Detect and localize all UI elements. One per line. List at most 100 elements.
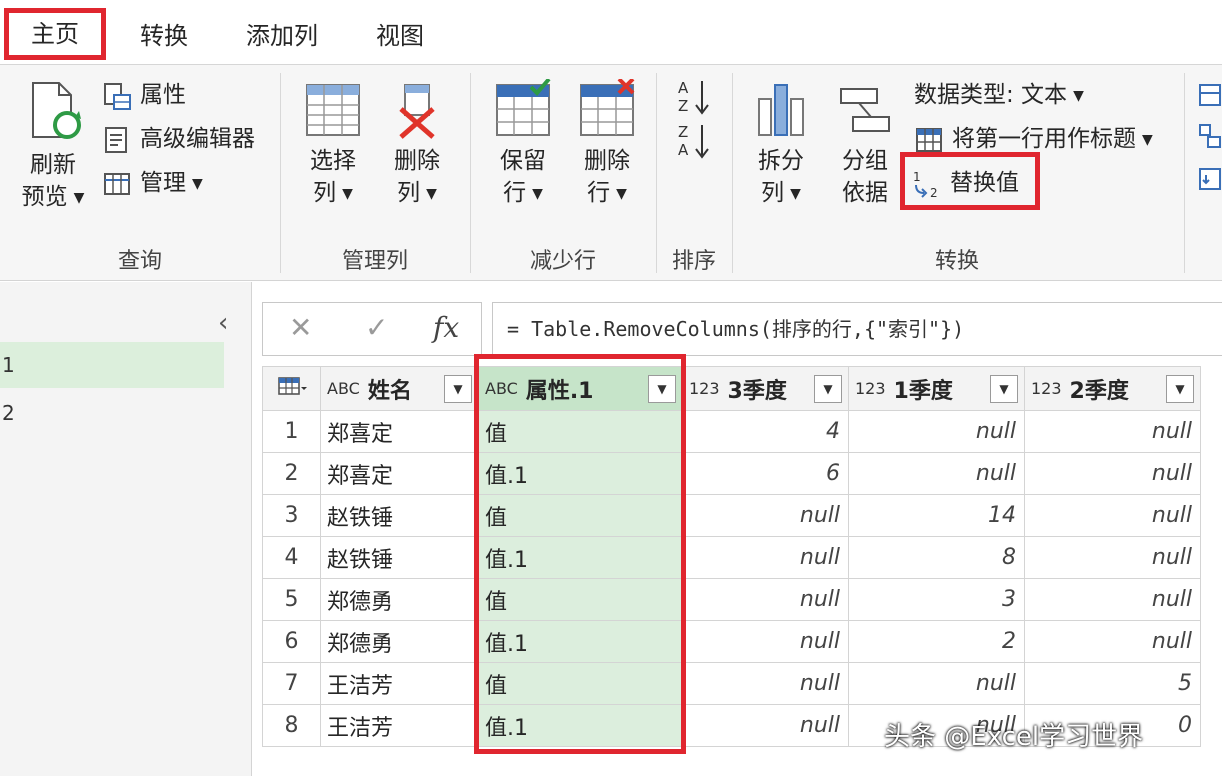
cell-value[interactable]: null [1024, 494, 1201, 537]
cell-attribute[interactable]: 值 [478, 494, 683, 537]
cell-value[interactable]: null [1024, 620, 1201, 663]
manage-label: 管理 [140, 170, 186, 196]
table-row: 4 赵铁锤 值.1 null 8 null [262, 536, 1201, 579]
remove-columns-button[interactable]: 删除 列 ▼ [382, 79, 452, 210]
cell-name[interactable]: 赵铁锤 [320, 536, 479, 579]
cell-value[interactable]: 3 [848, 578, 1025, 621]
combine-files-icon[interactable] [1198, 165, 1222, 193]
cancel-icon[interactable]: ✕ [289, 311, 312, 344]
filter-dropdown-icon[interactable]: ▼ [990, 375, 1018, 403]
query-item[interactable]: 1 [0, 342, 224, 388]
cell-value[interactable]: null [682, 620, 849, 663]
tab-transform[interactable]: 转换 [118, 10, 210, 62]
sort-ascending-button[interactable]: A Z [676, 77, 712, 121]
data-type-dropdown[interactable]: 数据类型: 文本 ▼ [914, 77, 1084, 113]
choose-columns-button[interactable]: 选择 列 ▼ [298, 79, 368, 210]
cell-value[interactable]: 6 [682, 452, 849, 495]
cell-value[interactable]: null [1024, 452, 1201, 495]
filter-dropdown-icon[interactable]: ▼ [1166, 375, 1194, 403]
cell-attribute[interactable]: 值 [478, 662, 683, 705]
cell-name[interactable]: 王洁芳 [320, 662, 479, 705]
tab-home[interactable]: 主页 [4, 8, 106, 60]
number-type-icon[interactable]: 123 [855, 379, 886, 398]
cell-value[interactable]: null [682, 536, 849, 579]
cell-value[interactable]: null [848, 410, 1025, 453]
cell-name[interactable]: 王洁芳 [320, 704, 479, 747]
cell-value[interactable]: 2 [848, 620, 1025, 663]
cell-name[interactable]: 郑喜定 [320, 410, 479, 453]
cell-value[interactable]: null [848, 662, 1025, 705]
row-number[interactable]: 8 [262, 704, 321, 747]
group-by-button[interactable]: 分组 依据 [830, 79, 900, 209]
function-icon[interactable]: fx [433, 311, 459, 344]
append-queries-icon[interactable] [1198, 123, 1222, 151]
refresh-preview-button[interactable]: 刷新 预览 ▼ [18, 79, 88, 214]
merge-queries-icon[interactable] [1198, 81, 1222, 109]
cell-value[interactable]: 8 [848, 536, 1025, 579]
cell-value[interactable]: null [848, 452, 1025, 495]
split-column-button[interactable]: 拆分 列 ▼ [746, 79, 816, 210]
row-number[interactable]: 6 [262, 620, 321, 663]
query-item[interactable]: 2 [0, 390, 224, 436]
cell-value[interactable]: null [682, 662, 849, 705]
cell-value[interactable]: null [1024, 410, 1201, 453]
formula-input[interactable]: = Table.RemoveColumns(排序的行,{"索引"}) [492, 302, 1222, 356]
cell-value[interactable]: null [1024, 536, 1201, 579]
sort-descending-button[interactable]: Z A [676, 121, 712, 165]
collapse-pane-icon[interactable]: ‹ [218, 308, 228, 338]
table-row: 2 郑喜定 值.1 6 null null [262, 452, 1201, 495]
column-header-q3[interactable]: 123 3季度 ▼ [682, 366, 849, 411]
cell-attribute[interactable]: 值.1 [478, 620, 683, 663]
row-number[interactable]: 5 [262, 578, 321, 621]
tab-view[interactable]: 视图 [354, 10, 446, 62]
row-number[interactable]: 4 [262, 536, 321, 579]
manage-button[interactable]: 管理 ▼ [102, 165, 203, 201]
cell-name[interactable]: 郑德勇 [320, 578, 479, 621]
filter-dropdown-icon[interactable]: ▼ [444, 375, 472, 403]
row-number[interactable]: 2 [262, 452, 321, 495]
cell-value[interactable]: 14 [848, 494, 1025, 537]
text-type-icon[interactable]: ABC [327, 379, 360, 398]
number-type-icon[interactable]: 123 [1031, 379, 1062, 398]
row-number[interactable]: 3 [262, 494, 321, 537]
text-type-icon[interactable]: ABC [485, 379, 518, 398]
cell-name[interactable]: 郑德勇 [320, 620, 479, 663]
chevron-down-icon: ▼ [342, 185, 353, 202]
column-header-q1[interactable]: 123 1季度 ▼ [848, 366, 1025, 411]
commit-icon[interactable]: ✓ [365, 311, 388, 344]
cell-value[interactable]: 5 [1024, 662, 1201, 705]
row-number[interactable]: 7 [262, 662, 321, 705]
remove-rows-button[interactable]: 删除 行 ▼ [572, 79, 642, 210]
cell-attribute[interactable]: 值 [478, 578, 683, 621]
keep-rows-button[interactable]: 保留 行 ▼ [488, 79, 558, 210]
cell-name[interactable]: 赵铁锤 [320, 494, 479, 537]
cell-value[interactable]: null [1024, 578, 1201, 621]
column-header-attribute[interactable]: ABC 属性.1 ▼ [478, 366, 683, 411]
cell-value[interactable]: null [682, 704, 849, 747]
column-header-q2[interactable]: 123 2季度 ▼ [1024, 366, 1201, 411]
cell-name[interactable]: 郑喜定 [320, 452, 479, 495]
cell-value[interactable]: null [682, 578, 849, 621]
table-menu-header[interactable] [262, 366, 321, 411]
row-number[interactable]: 1 [262, 410, 321, 453]
svg-text:Z: Z [678, 97, 688, 115]
filter-dropdown-icon[interactable]: ▼ [648, 375, 676, 403]
rows-label: 行 [587, 180, 611, 206]
cell-attribute[interactable]: 值.1 [478, 536, 683, 579]
chevron-down-icon: ▼ [1142, 131, 1153, 148]
cell-value[interactable]: null [682, 494, 849, 537]
advanced-editor-button[interactable]: 高级编辑器 [102, 121, 255, 157]
cell-value[interactable]: 4 [682, 410, 849, 453]
column-header-name[interactable]: ABC 姓名 ▼ [320, 366, 479, 411]
cell-attribute[interactable]: 值.1 [478, 704, 683, 747]
svg-text:A: A [678, 141, 689, 159]
cell-attribute[interactable]: 值 [478, 410, 683, 453]
tab-add-column[interactable]: 添加列 [224, 10, 340, 62]
number-type-icon[interactable]: 123 [689, 379, 720, 398]
advanced-editor-label: 高级编辑器 [140, 126, 255, 152]
table-row: 6 郑德勇 值.1 null 2 null [262, 620, 1201, 663]
group-label-reduce-rows: 减少行 [529, 249, 596, 274]
cell-attribute[interactable]: 值.1 [478, 452, 683, 495]
filter-dropdown-icon[interactable]: ▼ [814, 375, 842, 403]
properties-button[interactable]: 属性 [102, 77, 186, 113]
